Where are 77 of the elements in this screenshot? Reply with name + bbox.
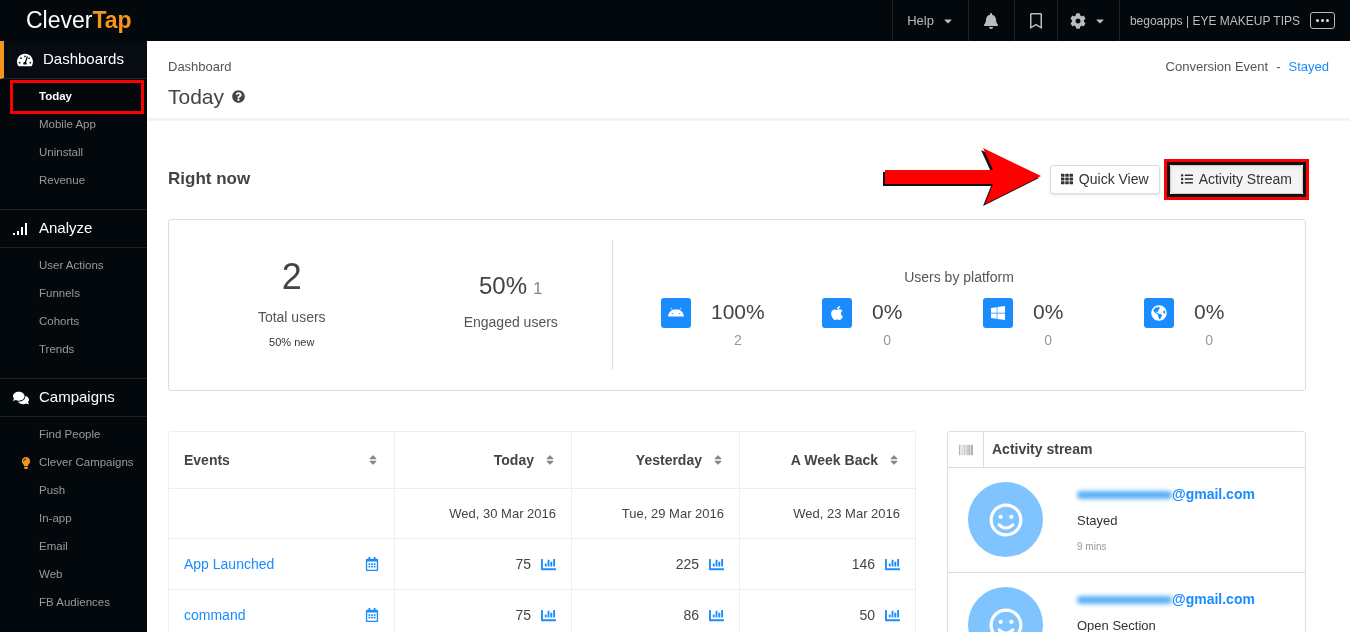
breadcrumb: Dashboard [168,58,233,76]
smiley-icon [988,607,1023,632]
platform-count: 0 [1205,330,1214,350]
column-header[interactable]: Yesterday [571,432,739,488]
bar-chart-icon[interactable] [885,556,900,572]
sort-icon [367,454,379,466]
activity-event: Stayed [1077,512,1119,530]
help-dropdown[interactable]: Help [893,0,969,41]
account-name: begoapps | EYE MAKEUP TIPS [1128,12,1301,30]
bar-chart-icon[interactable] [709,556,724,572]
event-count: 86 [683,605,699,625]
smiley-icon [988,502,1023,537]
column-header[interactable]: Events [169,432,394,488]
sidebar-section-header[interactable]: Analyze [0,210,147,248]
sidebar-section-header[interactable]: Dashboards [0,41,147,79]
dashboard-gauge-icon [17,51,33,68]
lightbulb-icon [20,457,32,469]
event-count: 225 [675,554,699,574]
stat-value: 2 [281,259,302,296]
bar-chart-icon[interactable] [541,556,556,572]
sidebar-section-header[interactable]: Campaigns [0,379,147,417]
event-count: 75 [515,605,531,625]
chat-bubbles-icon [13,389,29,406]
date-cell: Wed, 23 Mar 2016 [739,489,915,538]
platform-percent: 0% [1194,299,1225,326]
barcode-icon [958,442,973,457]
sort-icon [544,454,556,466]
grid-icon [1060,173,1073,185]
bookmark-icon [1027,12,1044,29]
event-count: 75 [515,554,531,574]
web-platform-icon [1144,298,1174,329]
apple-platform-icon [822,298,852,329]
page-title: Today [168,83,225,110]
column-header[interactable]: Today [394,432,571,488]
stat-value: 50% [479,271,528,301]
event-count: 146 [851,554,875,574]
section-title: Right now [168,168,251,191]
settings-icon [1070,12,1087,29]
bar-chart-icon[interactable] [541,607,556,623]
view-toggle-button[interactable]: Activity Stream [1169,164,1303,194]
list-icon [1180,173,1193,185]
android-platform-icon [661,298,691,329]
platform-count: 0 [883,330,892,350]
logo-text: Clever [26,9,93,32]
stat-label: Total users [257,308,326,328]
platform-percent: 0% [872,299,903,326]
bar-chart-icon[interactable] [709,607,724,623]
calendar-icon[interactable] [365,608,379,622]
activity-time: 9 mins [1077,539,1108,554]
column-header[interactable]: A Week Back [739,432,915,488]
platform-title: Users by platform [904,268,1014,288]
help-icon[interactable] [232,89,246,103]
platform-percent: 0% [1033,299,1064,326]
date-cell: Tue, 29 Mar 2016 [571,489,739,538]
windows-platform-icon [983,298,1013,329]
platform-percent: 100% [711,299,765,326]
activity-event: Open Section [1077,617,1157,632]
stat-count: 1 [533,278,543,300]
logo-text: Tap [92,9,132,32]
stat-label: Engaged users [463,313,558,332]
view-toggle-button[interactable]: Quick View [1049,164,1160,194]
separator-text: - [1276,58,1281,76]
conversion-event-label: Conversion Event [1165,58,1269,76]
calendar-icon[interactable] [365,557,379,571]
platform-count: 2 [733,330,742,350]
signal-bars-icon [13,222,29,235]
platform-count: 0 [1044,330,1053,350]
more-button[interactable] [1310,12,1335,29]
date-cell: Wed, 30 Mar 2016 [394,489,571,538]
bell-icon [983,12,1000,29]
stat-subtext: 50% new [269,335,315,351]
sort-icon [712,454,724,466]
sidebar-item[interactable]: Today [10,80,144,114]
activity-stream-title: Activity stream [991,440,1093,459]
event-count: 50 [859,605,875,625]
bar-chart-icon[interactable] [885,607,900,623]
sort-icon [888,454,900,466]
